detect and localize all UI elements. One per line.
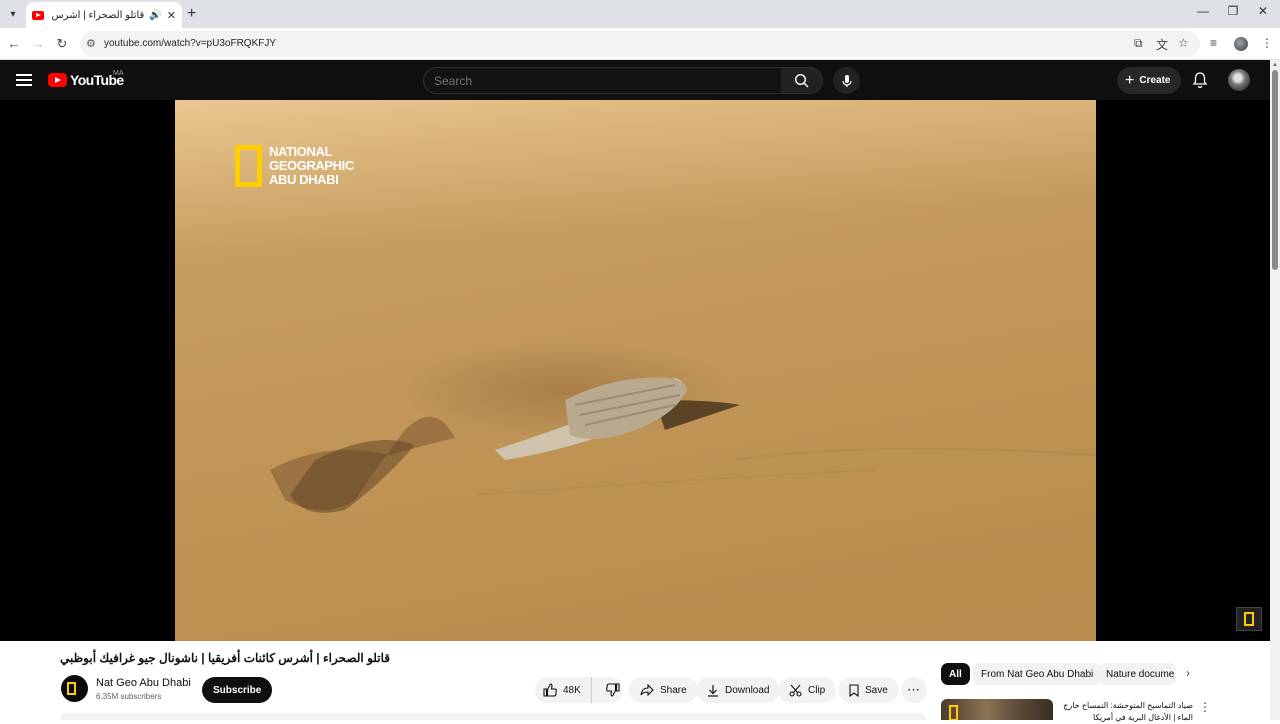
youtube-favicon-icon bbox=[32, 10, 44, 20]
channel-name[interactable]: Nat Geo Abu Dhabi bbox=[96, 677, 191, 689]
share-arrow-icon bbox=[640, 684, 654, 696]
share-label: Share bbox=[660, 684, 687, 696]
bookmark-icon bbox=[849, 683, 859, 697]
create-label: Create bbox=[1139, 75, 1171, 86]
natgeo-abu-dhabi-logo: NATIONAL GEOGRAPHIC ABU DHABI bbox=[235, 145, 354, 187]
browser-tab-bar: ▾ قاتلو الصحراء | أشرس كائنات 🔊 ✕ + — ❐ … bbox=[0, 0, 1280, 28]
youtube-header: YouTube MA + Create bbox=[0, 60, 1270, 100]
search-box[interactable] bbox=[423, 67, 782, 94]
plus-icon: + bbox=[1125, 71, 1135, 89]
thumbs-up-icon bbox=[543, 683, 557, 697]
bookmark-star-icon[interactable]: ☆ bbox=[1178, 36, 1189, 50]
reload-icon[interactable]: ↻ bbox=[53, 35, 71, 53]
scissors-icon bbox=[789, 684, 802, 697]
region-code: MA bbox=[113, 70, 124, 77]
translate-icon[interactable]: 文 bbox=[1156, 36, 1168, 53]
scroll-thumb[interactable] bbox=[1272, 70, 1278, 270]
youtube-play-icon bbox=[48, 73, 67, 87]
channel-avatar[interactable] bbox=[61, 675, 88, 702]
dislike-button[interactable] bbox=[598, 677, 628, 703]
description-box[interactable] bbox=[60, 713, 926, 720]
download-label: Download bbox=[725, 684, 770, 696]
url-text[interactable]: youtube.com/watch?v=pU3oFRQKFJY bbox=[104, 38, 276, 49]
browser-toolbar: ← → ↻ ⚙ youtube.com/watch?v=pU3oFRQKFJY … bbox=[0, 28, 1280, 60]
recommended-title[interactable]: صياد التماسيح المتوحشة: التمساح خارج الم… bbox=[1058, 700, 1193, 724]
like-dislike-group: 48K bbox=[535, 677, 623, 703]
save-button[interactable]: Save bbox=[838, 677, 899, 703]
video-title: قاتلو الصحراء | أشرس كائنات أفريقيا | نا… bbox=[60, 651, 390, 665]
tab-close-icon[interactable]: ✕ bbox=[167, 9, 176, 22]
more-actions-icon[interactable]: ⋯ bbox=[901, 677, 927, 703]
audio-playing-icon[interactable]: 🔊 bbox=[149, 10, 161, 21]
new-tab-icon[interactable]: + bbox=[187, 5, 196, 23]
site-info-icon[interactable]: ⚙ bbox=[86, 37, 96, 50]
install-app-icon[interactable]: ⧉ bbox=[1134, 36, 1143, 51]
search-button[interactable] bbox=[781, 67, 823, 94]
window-close-icon[interactable]: ✕ bbox=[1248, 4, 1278, 18]
browser-tab[interactable]: قاتلو الصحراء | أشرس كائنات 🔊 ✕ bbox=[26, 2, 182, 28]
restore-icon[interactable]: ❐ bbox=[1218, 4, 1248, 18]
download-button[interactable]: Download bbox=[696, 677, 781, 703]
subscriber-count: 6.35M subscribers bbox=[96, 692, 162, 701]
clip-button[interactable]: Clip bbox=[778, 677, 837, 703]
create-button[interactable]: + Create bbox=[1117, 67, 1182, 94]
microphone-icon bbox=[841, 74, 852, 87]
search-icon bbox=[794, 73, 808, 87]
share-button[interactable]: Share bbox=[629, 677, 698, 703]
chip-nature-documentaries[interactable]: Nature docume bbox=[1098, 663, 1176, 685]
recommended-thumbnail[interactable] bbox=[941, 699, 1053, 720]
subscribe-button[interactable]: Subscribe bbox=[202, 677, 273, 703]
profile-icon[interactable] bbox=[1234, 37, 1248, 51]
notifications-bell-icon[interactable] bbox=[1192, 71, 1208, 94]
account-avatar[interactable] bbox=[1228, 69, 1250, 91]
natgeo-yellow-frame-icon bbox=[235, 145, 262, 187]
browser-menu-icon[interactable]: ⋮ bbox=[1261, 36, 1273, 50]
save-label: Save bbox=[865, 684, 888, 696]
search-input[interactable] bbox=[434, 74, 764, 88]
thumbs-down-icon bbox=[605, 683, 620, 697]
download-icon bbox=[708, 684, 718, 697]
chip-all[interactable]: All bbox=[941, 663, 970, 685]
back-arrow-icon[interactable]: ← bbox=[5, 35, 23, 53]
hamburger-menu-icon[interactable] bbox=[16, 71, 32, 87]
chip-from-channel[interactable]: From Nat Geo Abu Dhabi bbox=[973, 663, 1102, 685]
channel-watermark-icon[interactable] bbox=[1236, 607, 1262, 631]
tab-title: قاتلو الصحراء | أشرس كائنات bbox=[49, 9, 145, 21]
recommended-more-icon[interactable]: ⋮ bbox=[1199, 700, 1211, 714]
forward-arrow-icon[interactable]: → bbox=[29, 35, 47, 53]
tab-search-chevron-icon[interactable]: ▾ bbox=[4, 5, 22, 23]
page-scrollbar[interactable]: ▲ bbox=[1270, 60, 1280, 720]
video-player[interactable]: NATIONAL GEOGRAPHIC ABU DHABI bbox=[175, 100, 1096, 641]
like-count: 48K bbox=[563, 684, 581, 696]
natgeo-text: NATIONAL GEOGRAPHIC ABU DHABI bbox=[269, 144, 354, 187]
address-bar[interactable]: ⚙ youtube.com/watch?v=pU3oFRQKFJY ⧉ 文 ☆ bbox=[80, 31, 1200, 57]
minimize-icon[interactable]: — bbox=[1188, 4, 1218, 18]
voice-search-button[interactable] bbox=[833, 67, 860, 94]
clip-label: Clip bbox=[808, 684, 826, 696]
like-button[interactable]: 48K bbox=[535, 677, 592, 703]
scroll-up-icon[interactable]: ▲ bbox=[1271, 62, 1279, 68]
chevron-right-icon[interactable]: › bbox=[1186, 666, 1190, 680]
media-controls-icon[interactable]: ≡ bbox=[1210, 36, 1217, 50]
